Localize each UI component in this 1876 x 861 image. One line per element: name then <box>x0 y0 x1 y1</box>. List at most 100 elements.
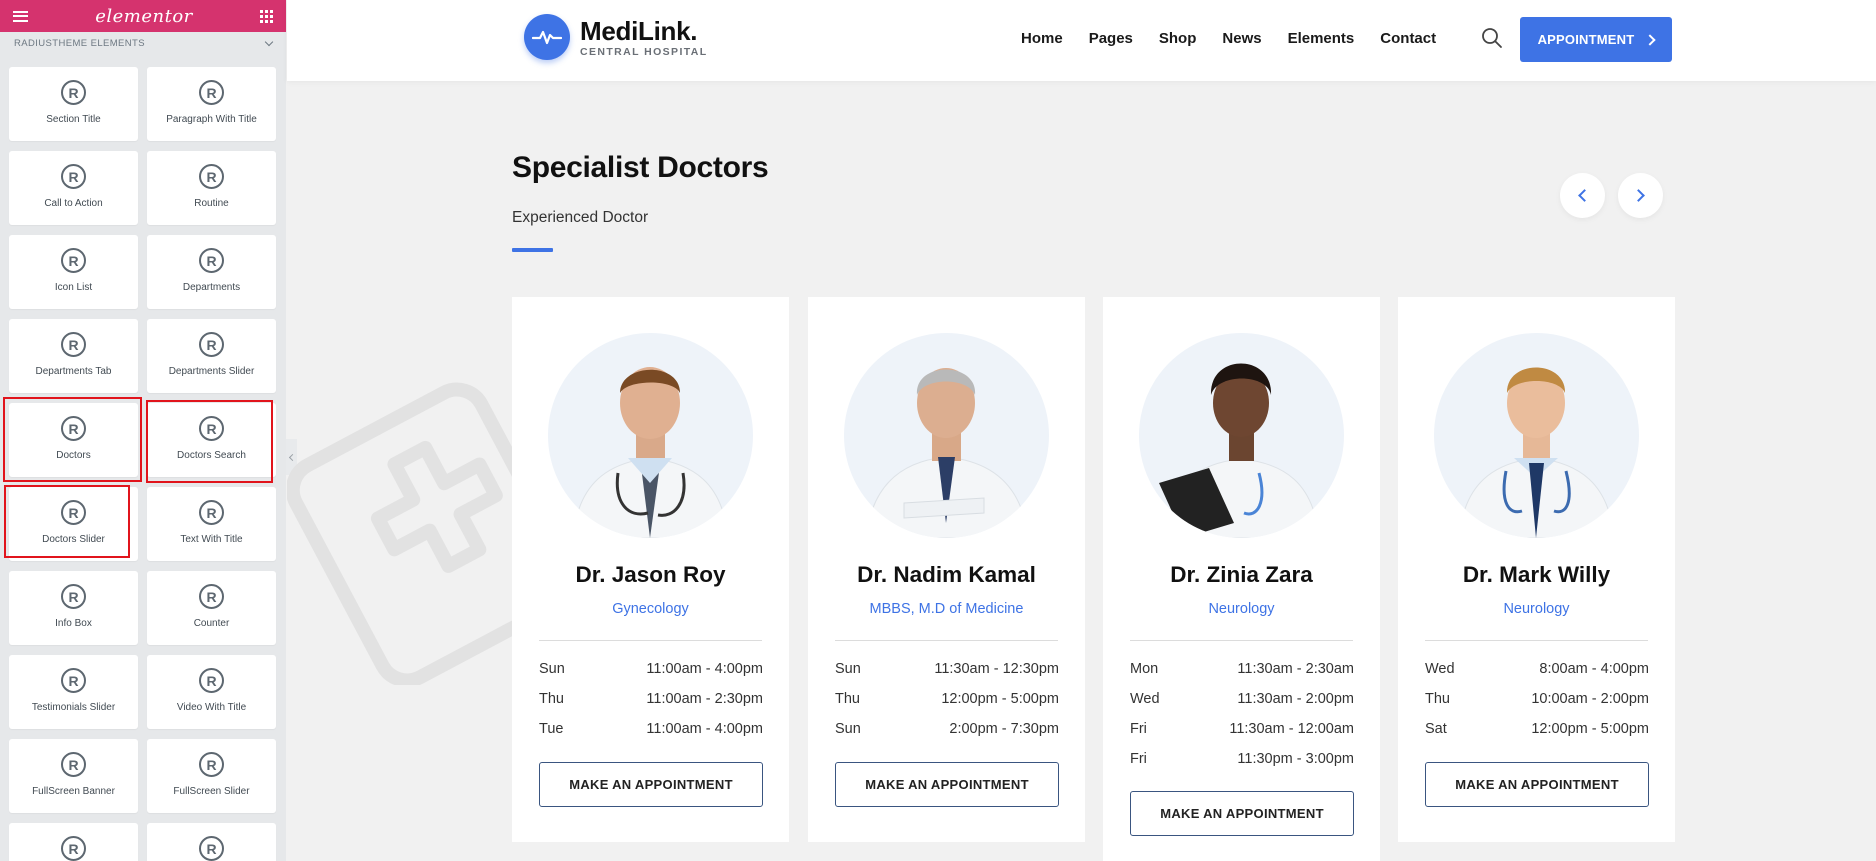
schedule-row: Fri 11:30pm - 3:00pm <box>1130 750 1354 780</box>
registered-icon: R <box>199 500 224 525</box>
schedule-day: Wed <box>1130 691 1160 707</box>
highlight-doctors-search <box>146 400 273 483</box>
slider-next-button[interactable] <box>1618 173 1663 218</box>
schedule-day: Thu <box>1425 691 1450 707</box>
widgets-grid-icon[interactable] <box>260 9 273 23</box>
schedule-row: Tue 11:00am - 4:00pm <box>539 720 763 750</box>
divider <box>835 640 1058 641</box>
widget-fullscreen-banner[interactable]: R FullScreen Banner <box>9 739 138 813</box>
widget-info-box[interactable]: R Info Box <box>9 571 138 645</box>
schedule-day: Thu <box>835 691 860 707</box>
doctor-photo[interactable] <box>548 333 753 538</box>
nav-pages[interactable]: Pages <box>1089 30 1133 47</box>
schedule-time: 11:00am - 4:00pm <box>646 721 763 737</box>
doctor-card: Dr. Jason Roy Gynecology Sun 11:00am - 4:… <box>512 297 789 842</box>
widget-testimonials-slider[interactable]: R Testimonials Slider <box>9 655 138 729</box>
widget-departments[interactable]: R Departments <box>147 235 276 309</box>
medical-kit-watermark <box>287 382 527 685</box>
widget-section-title[interactable]: R Section Title <box>9 67 138 141</box>
doctor-specialty: Neurology <box>1503 601 1570 617</box>
divider <box>1130 640 1353 641</box>
doctor-photo[interactable] <box>844 333 1049 538</box>
widget-label: Counter <box>193 618 230 629</box>
registered-icon: R <box>199 80 224 105</box>
schedule-time: 11:30am - 2:00pm <box>1237 691 1354 707</box>
schedule-time: 8:00am - 4:00pm <box>1539 661 1649 677</box>
widget-fullscreen-slider[interactable]: R FullScreen Slider <box>147 739 276 813</box>
registered-icon: R <box>61 80 86 105</box>
schedule-time: 11:30pm - 3:00pm <box>1237 751 1354 767</box>
doctor-name[interactable]: Dr. Nadim Kamal <box>808 562 1085 588</box>
widget-departments-slider[interactable]: R Departments Slider <box>147 319 276 393</box>
schedule-row: Sun 2:00pm - 7:30pm <box>835 720 1059 750</box>
schedule-time: 11:30am - 2:30am <box>1237 661 1354 677</box>
doctor-name[interactable]: Dr. Jason Roy <box>512 562 789 588</box>
hamburger-menu-icon[interactable] <box>13 10 28 22</box>
section-subtitle: Experienced Doctor <box>512 209 649 226</box>
make-appointment-button[interactable]: MAKE AN APPOINTMENT <box>835 762 1059 807</box>
chevron-left-icon <box>1578 189 1591 202</box>
registered-icon: R <box>61 752 86 777</box>
category-header[interactable]: RADIUSTHEME ELEMENTS <box>0 32 286 54</box>
widget-routine[interactable]: R Routine <box>147 151 276 225</box>
chevron-down-icon <box>264 37 274 46</box>
schedule-day: Thu <box>539 691 564 707</box>
schedule-day: Sun <box>835 721 861 737</box>
widget-label: Departments Tab <box>35 366 112 377</box>
search-icon[interactable] <box>1480 26 1504 50</box>
doctor-card: Dr. Mark Willy Neurology Wed 8:00am - 4:0… <box>1398 297 1675 842</box>
schedule-time: 11:00am - 4:00pm <box>646 661 763 677</box>
schedule-row: Wed 11:30am - 2:00pm <box>1130 690 1354 720</box>
widget-text-with-title[interactable]: R Text With Title <box>147 487 276 561</box>
make-appointment-button[interactable]: MAKE AN APPOINTMENT <box>539 762 763 807</box>
schedule-day: Sun <box>539 661 565 677</box>
widget-partial[interactable]: R <box>147 823 276 861</box>
make-appointment-button[interactable]: MAKE AN APPOINTMENT <box>1425 762 1649 807</box>
doctor-photo[interactable] <box>1139 333 1344 538</box>
widget-partial[interactable]: R <box>9 823 138 861</box>
schedule-time: 10:00am - 2:00pm <box>1531 691 1649 707</box>
widget-label: Video With Title <box>176 702 247 713</box>
registered-icon: R <box>199 164 224 189</box>
nav-shop[interactable]: Shop <box>1159 30 1197 47</box>
widget-paragraph-with-title[interactable]: R Paragraph With Title <box>147 67 276 141</box>
appointment-button[interactable]: APPOINTMENT <box>1520 17 1672 62</box>
widget-icon-list[interactable]: R Icon List <box>9 235 138 309</box>
highlight-doctors <box>3 397 142 482</box>
widget-label: Text With Title <box>180 534 243 545</box>
widget-label: Departments Slider <box>168 366 255 377</box>
schedule-time: 11:30am - 12:00am <box>1229 721 1354 737</box>
schedule-day: Mon <box>1130 661 1159 677</box>
doctor-photo[interactable] <box>1434 333 1639 538</box>
registered-icon: R <box>199 668 224 693</box>
make-appointment-button[interactable]: MAKE AN APPOINTMENT <box>1130 791 1354 836</box>
logo-name: MediLink. <box>580 15 698 46</box>
schedule-day: Sat <box>1425 721 1447 737</box>
divider <box>1425 640 1648 641</box>
nav-news[interactable]: News <box>1222 30 1261 47</box>
schedule-time: 11:00am - 2:30pm <box>646 691 763 707</box>
main-nav: Home Pages Shop News Elements Contact <box>1021 30 1462 47</box>
widget-call-to-action[interactable]: R Call to Action <box>9 151 138 225</box>
registered-icon: R <box>61 668 86 693</box>
widget-label: Paragraph With Title <box>166 114 257 125</box>
section-title: Specialist Doctors <box>512 151 769 184</box>
schedule-day: Tue <box>539 721 564 737</box>
divider <box>539 640 762 641</box>
heartbeat-icon <box>524 14 570 60</box>
nav-elements[interactable]: Elements <box>1288 30 1355 47</box>
widget-label: Icon List <box>54 282 93 293</box>
slider-prev-button[interactable] <box>1560 173 1605 218</box>
doctor-name[interactable]: Dr. Zinia Zara <box>1103 562 1380 588</box>
registered-icon: R <box>61 584 86 609</box>
doctor-name[interactable]: Dr. Mark Willy <box>1398 562 1675 588</box>
nav-home[interactable]: Home <box>1021 30 1063 47</box>
site-logo[interactable]: MediLink. CENTRAL HOSPITAL <box>524 14 708 60</box>
widget-counter[interactable]: R Counter <box>147 571 276 645</box>
site-header: MediLink. CENTRAL HOSPITAL Home Pages Sh… <box>287 0 1876 81</box>
widget-video-with-title[interactable]: R Video With Title <box>147 655 276 729</box>
schedule-list: Mon 11:30am - 2:30am Wed 11:30am - 2:00pm … <box>1130 660 1354 780</box>
schedule-time: 12:00pm - 5:00pm <box>1531 721 1649 737</box>
nav-contact[interactable]: Contact <box>1380 30 1436 47</box>
widget-departments-tab[interactable]: R Departments Tab <box>9 319 138 393</box>
